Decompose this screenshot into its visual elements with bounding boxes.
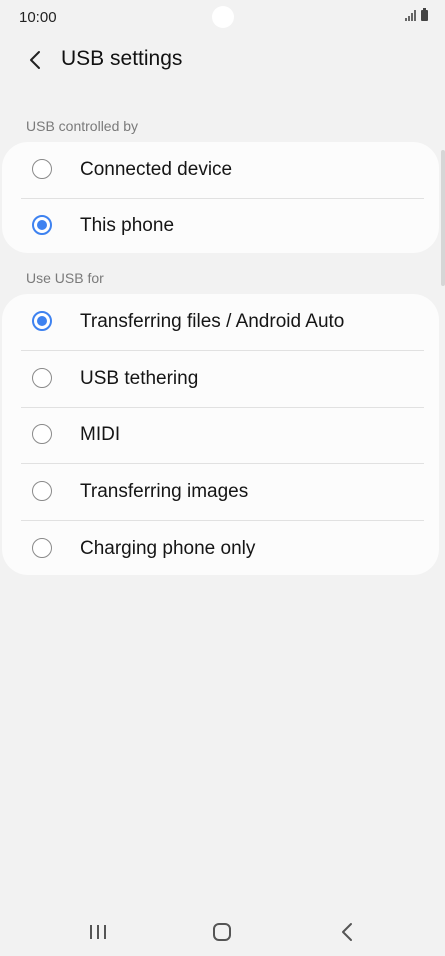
radio-button[interactable] bbox=[32, 367, 52, 388]
option-charging-phone-only[interactable]: Charging phone only bbox=[2, 520, 439, 577]
option-this-phone[interactable]: This phone bbox=[2, 198, 439, 253]
camera-cutout bbox=[212, 6, 234, 28]
radio-button-selected[interactable] bbox=[32, 214, 52, 235]
home-button[interactable] bbox=[202, 914, 242, 950]
option-label: Transferring images bbox=[80, 481, 249, 503]
option-label: MIDI bbox=[80, 424, 121, 446]
home-icon bbox=[213, 923, 231, 941]
option-label: Charging phone only bbox=[80, 537, 256, 559]
option-label: Connected device bbox=[80, 159, 233, 180]
option-label: Transferring files / Android Auto bbox=[80, 311, 345, 333]
option-usb-tethering[interactable]: USB tethering bbox=[2, 351, 439, 408]
radio-button[interactable] bbox=[32, 424, 52, 445]
page-title: USB settings bbox=[61, 47, 183, 70]
use-usb-for-card: Transferring files / Android Auto USB te… bbox=[2, 294, 439, 575]
status-time: 10:00 bbox=[19, 9, 57, 26]
radio-button[interactable] bbox=[32, 159, 52, 179]
recents-button[interactable] bbox=[78, 914, 118, 950]
back-arrow-icon bbox=[30, 51, 40, 69]
radio-button[interactable] bbox=[32, 481, 52, 502]
back-button[interactable] bbox=[20, 44, 52, 76]
option-midi[interactable]: MIDI bbox=[2, 407, 439, 464]
status-bar: 10:00 bbox=[0, 0, 445, 34]
option-connected-device[interactable]: Connected device bbox=[2, 142, 439, 198]
option-transferring-images[interactable]: Transferring images bbox=[2, 464, 439, 521]
recents-icon bbox=[90, 925, 106, 939]
scroll-indicator[interactable] bbox=[441, 150, 445, 286]
usb-controlled-by-card: Connected device This phone bbox=[2, 142, 439, 253]
navigation-bar bbox=[0, 904, 445, 956]
section-label-use-usb-for: Use USB for bbox=[26, 270, 104, 286]
radio-button-selected[interactable] bbox=[32, 311, 52, 332]
signal-icon bbox=[405, 10, 416, 21]
option-label: This phone bbox=[80, 214, 175, 236]
nav-back-button[interactable] bbox=[327, 914, 367, 950]
option-transferring-files[interactable]: Transferring files / Android Auto bbox=[2, 294, 439, 351]
radio-button[interactable] bbox=[32, 537, 52, 558]
app-header: USB settings bbox=[0, 36, 445, 84]
battery-icon bbox=[421, 8, 428, 21]
option-label: USB tethering bbox=[80, 367, 199, 389]
nav-back-icon bbox=[342, 923, 352, 941]
section-label-usb-controlled-by: USB controlled by bbox=[26, 118, 139, 134]
status-icons bbox=[405, 8, 428, 21]
